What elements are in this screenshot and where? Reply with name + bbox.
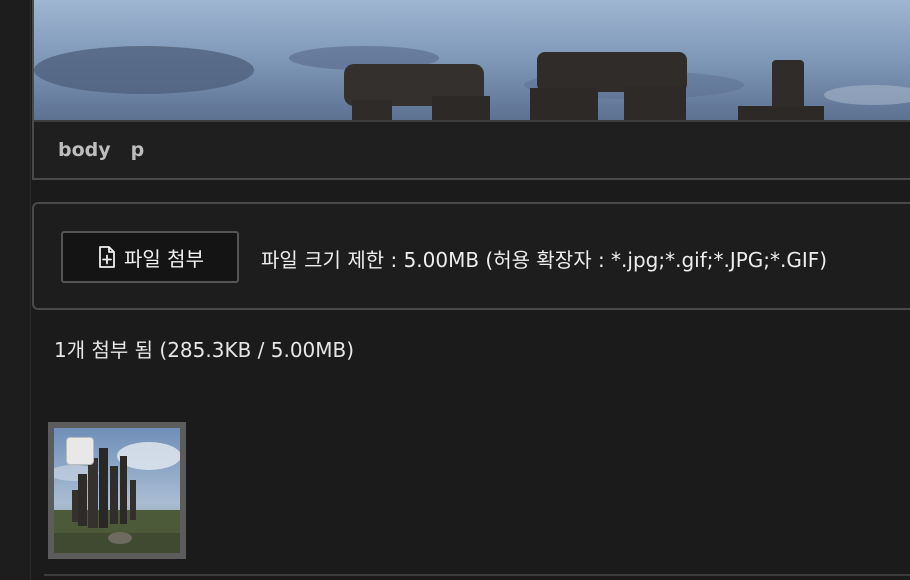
left-rail	[0, 0, 31, 580]
page: body p 파일 첨부 파일 크기 제한 : 5.00MB (허용 확장자 :…	[0, 0, 910, 580]
path-tag-body[interactable]: body	[58, 139, 111, 161]
editor-area[interactable]: body p	[32, 0, 910, 180]
attachment-select-checkbox[interactable]	[66, 437, 94, 465]
attachment-summary: 1개 첨부 됨 (285.3KB / 5.00MB)	[54, 338, 355, 362]
file-upload-panel: 파일 첨부 파일 크기 제한 : 5.00MB (허용 확장자 : *.jpg;…	[32, 202, 910, 310]
attach-button-label: 파일 첨부	[124, 246, 204, 271]
element-path-bar: body p	[34, 120, 910, 178]
attach-file-button[interactable]: 파일 첨부	[61, 231, 239, 283]
file-size-limit-text: 파일 크기 제한 : 5.00MB (허용 확장자 : *.jpg;*.gif;…	[261, 248, 828, 272]
file-plus-icon	[96, 245, 118, 269]
attachment-thumbnail[interactable]	[48, 422, 186, 559]
path-tag-p[interactable]: p	[131, 139, 145, 161]
divider	[44, 574, 910, 576]
embedded-photo[interactable]	[34, 0, 910, 120]
